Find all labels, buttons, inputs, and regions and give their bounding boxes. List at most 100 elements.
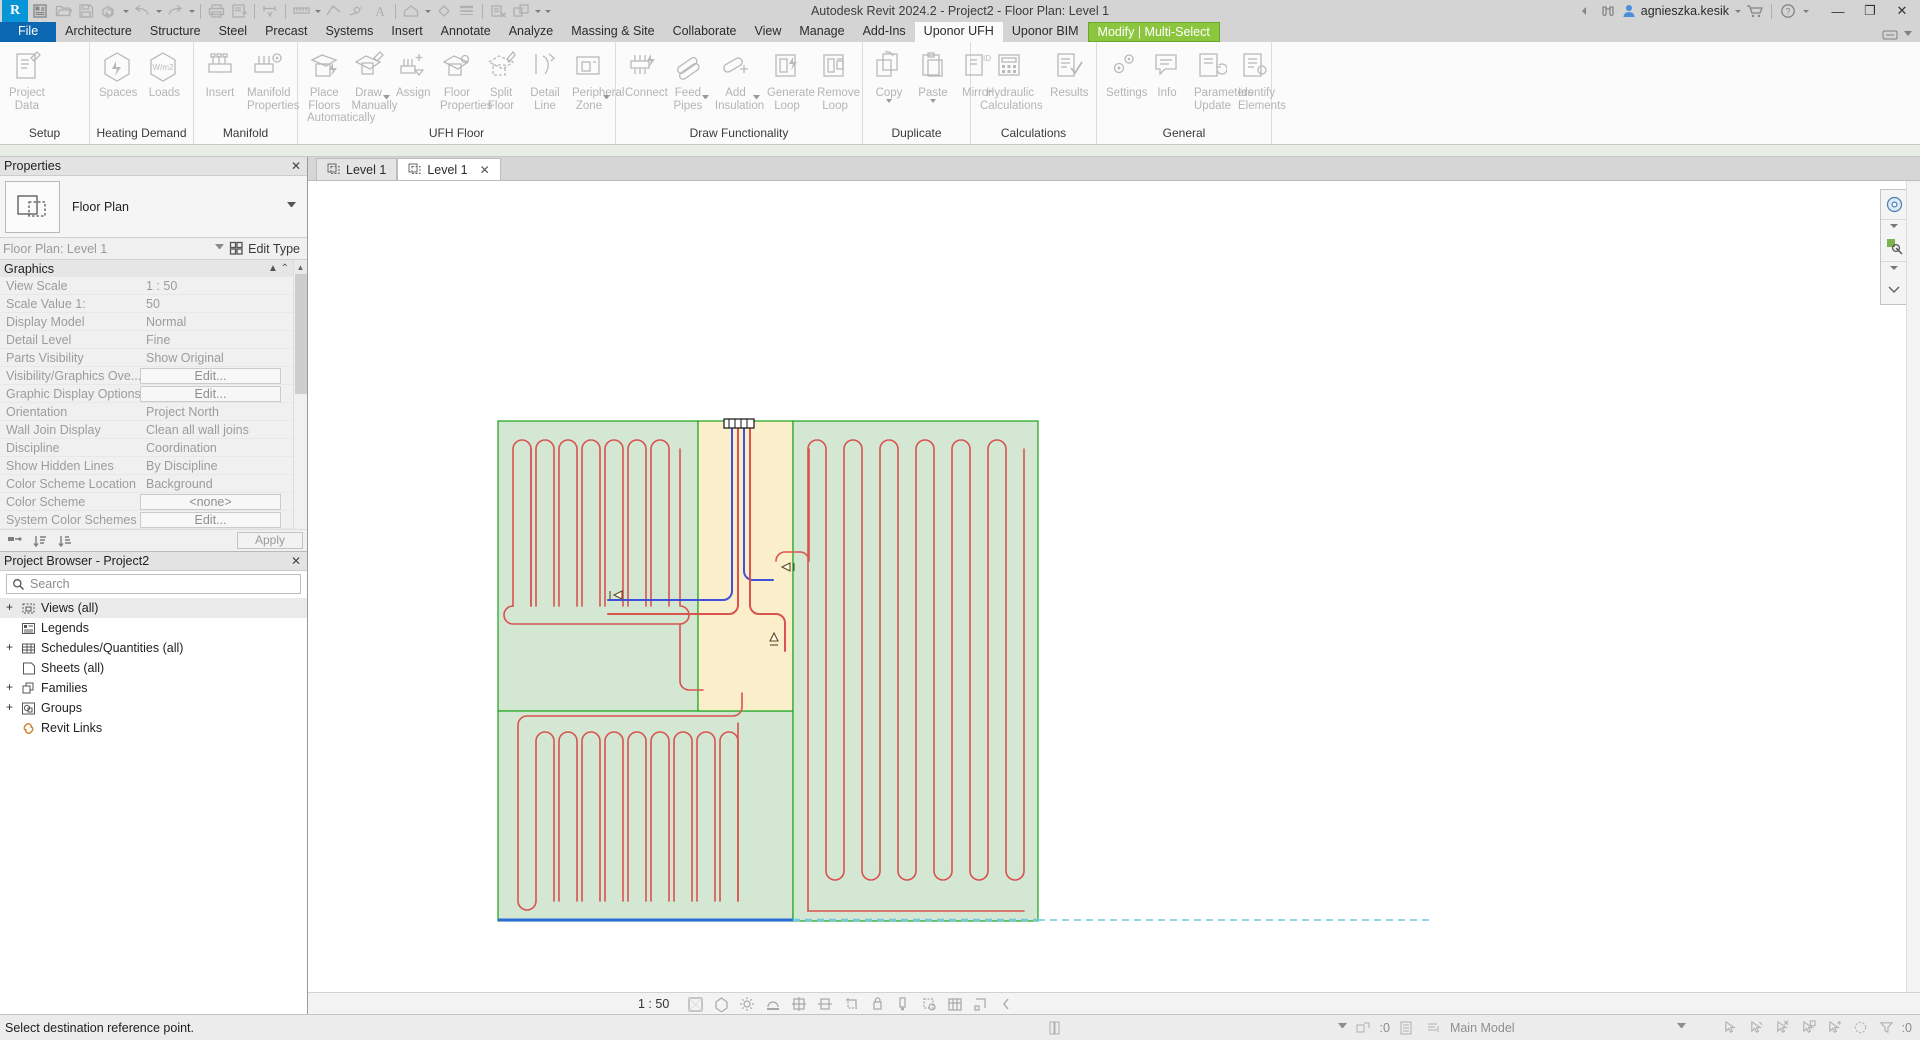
exclude-options-icon[interactable] (1353, 1018, 1374, 1038)
generate-loop-button[interactable]: Generate Loop (762, 45, 815, 112)
property-value[interactable]: Show Original (140, 351, 307, 365)
remove-loop-button[interactable]: Remove Loop (812, 45, 860, 112)
apply-button[interactable]: Apply (237, 532, 303, 549)
ribbon-tab-systems[interactable]: Systems (316, 22, 382, 42)
property-type-dropdown-arrow-icon[interactable] (287, 202, 296, 211)
drag-elements-icon[interactable] (1824, 1018, 1845, 1038)
worksets-icon[interactable] (1045, 1018, 1066, 1038)
select-pinned-icon[interactable] (1772, 1018, 1793, 1038)
property-row[interactable]: Orientation Project North (0, 403, 307, 421)
dropdown-arrow-icon[interactable] (886, 99, 892, 103)
info-button[interactable]: Info (1145, 45, 1189, 100)
paste-button[interactable]: Paste (911, 45, 955, 103)
design-options-list-icon[interactable] (1396, 1018, 1417, 1038)
expand-icon[interactable]: + (4, 681, 15, 695)
ribbon-tab-analyze[interactable]: Analyze (500, 22, 562, 42)
user-account[interactable]: agnieszka.kesik (1621, 1, 1742, 21)
detail-level-icon[interactable] (683, 994, 707, 1014)
peripheral-zone-button[interactable]: Peripheral Zone (567, 45, 624, 112)
property-row[interactable]: View Scale 1 : 50 (0, 277, 307, 295)
ribbon-tab-uponor-bim[interactable]: Uponor BIM (1003, 22, 1088, 42)
sheet-icon[interactable] (228, 1, 250, 21)
steering-wheel-dropdown-arrow-icon[interactable] (1881, 220, 1907, 232)
property-value[interactable]: Fine (140, 333, 307, 347)
sync-dropdown-arrow-icon[interactable] (121, 1, 130, 21)
tree-node-views-all[interactable]: + Views (all) (0, 598, 307, 618)
ribbon-tab-massing-site[interactable]: Massing & Site (562, 22, 663, 42)
tree-node-schedules-quantities-all[interactable]: + Schedules/Quantities (all) (0, 638, 307, 658)
dropdown-arrow-icon[interactable] (753, 95, 760, 102)
steering-wheel-icon[interactable] (1881, 190, 1907, 220)
floor-properties-button[interactable]: Floor Properties (435, 45, 492, 112)
lock-3d-view-icon[interactable] (865, 994, 889, 1014)
property-row[interactable]: Show Hidden Lines By Discipline (0, 457, 307, 475)
switch-windows-dropdown-arrow-icon[interactable] (533, 1, 542, 21)
property-value[interactable]: 50 (140, 297, 307, 311)
save-icon[interactable] (75, 1, 97, 21)
property-row[interactable]: Display Model Normal (0, 313, 307, 331)
property-value[interactable]: Normal (140, 315, 307, 329)
dropdown-arrow-icon[interactable] (603, 95, 610, 102)
ribbon-tab-uponor-ufh[interactable]: Uponor UFH (914, 22, 1003, 42)
copy-button[interactable]: Copy (867, 45, 911, 103)
sun-path-icon[interactable] (735, 994, 759, 1014)
property-row[interactable]: Visibility/Graphics Ove... Edit... (0, 367, 307, 385)
crop-view-icon[interactable] (813, 994, 837, 1014)
project-properties-icon[interactable] (29, 1, 51, 21)
constraints-icon[interactable] (969, 994, 993, 1014)
ribbon-display-options[interactable] (1881, 28, 1920, 42)
sync-icon[interactable] (98, 1, 120, 21)
project-browser-close-icon[interactable]: ✕ (289, 554, 303, 568)
tag-icon[interactable] (323, 1, 345, 21)
thin-lines-icon[interactable] (456, 1, 478, 21)
ribbon-tab-collaborate[interactable]: Collaborate (664, 22, 746, 42)
property-value[interactable]: Edit... (140, 385, 281, 402)
design-option-dropdown-arrow-icon[interactable] (1677, 1023, 1686, 1032)
select-elements-by-face-icon[interactable] (1798, 1018, 1819, 1038)
tree-node-groups[interactable]: + Groups (0, 698, 307, 718)
connect-button[interactable]: Connect (620, 45, 668, 100)
design-option-value[interactable]: Main Model (1450, 1021, 1515, 1035)
property-row[interactable]: Scale Value 1: 50 (0, 295, 307, 313)
show-crop-region-icon[interactable] (839, 994, 863, 1014)
hydraulic-calculations-button[interactable]: Hydraulic Calculations (975, 45, 1045, 112)
split-floor-button[interactable]: Split Floor (479, 45, 523, 112)
quick-access-toolbar[interactable]: R 1 A (0, 0, 552, 22)
collapse-ribbon-left-icon[interactable] (1573, 1, 1595, 21)
ribbon-tab-structure[interactable]: Structure (141, 22, 210, 42)
dropdown-arrow-icon[interactable] (702, 95, 709, 102)
identify-elements-button[interactable]: Identify Elements (1233, 45, 1286, 112)
dropdown-arrow-icon[interactable] (383, 95, 390, 102)
tree-node-sheets-all[interactable]: +Sheets (all) (0, 658, 307, 678)
settings-button[interactable]: Settings (1101, 45, 1148, 100)
detail-line-button[interactable]: Detail Line (523, 45, 567, 112)
undo-icon[interactable] (131, 1, 153, 21)
revit-logo[interactable]: R (2, 0, 28, 22)
edit-type-button[interactable]: Edit Type (229, 241, 304, 256)
ribbon-tab-architecture[interactable]: Architecture (56, 22, 141, 42)
properties-scroll-thumb[interactable] (295, 274, 307, 394)
ribbon-tab-modify-multi-select[interactable]: Modify | Multi-Select (1087, 22, 1220, 42)
ribbon-tab-insert[interactable]: Insert (382, 22, 431, 42)
property-row[interactable]: Parts Visibility Show Original (0, 349, 307, 367)
feed-pipes-button[interactable]: Feed Pipes (666, 45, 710, 112)
view-tab-1[interactable]: Level 1 (316, 158, 398, 180)
add-insulation-button[interactable]: Add Insulation (710, 45, 764, 112)
align-dimension-icon[interactable] (259, 1, 281, 21)
properties-close-icon[interactable]: ✕ (289, 159, 303, 173)
instance-dropdown-arrow-icon[interactable] (215, 244, 224, 253)
ribbon-tab-add-ins[interactable]: Add-Ins (854, 22, 915, 42)
close-hidden-windows-icon[interactable] (487, 1, 509, 21)
property-value[interactable]: Project North (140, 405, 307, 419)
expand-icon[interactable]: + (4, 701, 15, 715)
canvas-vertical-scrollbar[interactable] (1906, 181, 1920, 996)
property-value[interactable]: Edit... (140, 367, 281, 384)
print-icon[interactable] (205, 1, 227, 21)
ribbon-tab-file[interactable]: File (0, 22, 57, 42)
open-icon[interactable] (52, 1, 74, 21)
minimize-button[interactable]: — (1822, 0, 1854, 22)
property-instance-selector[interactable]: Floor Plan: Level 1 Edit Type (0, 238, 307, 260)
measure-icon[interactable] (290, 1, 312, 21)
user-dropdown-arrow-icon[interactable] (1733, 1, 1742, 21)
tree-node-families[interactable]: + Families (0, 678, 307, 698)
